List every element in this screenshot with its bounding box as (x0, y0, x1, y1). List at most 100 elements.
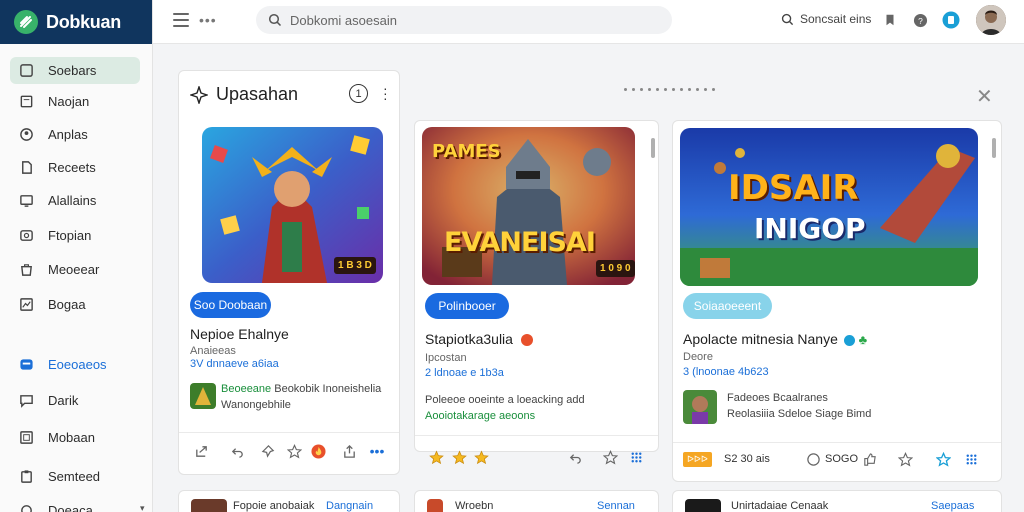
star-filled-icon[interactable] (473, 449, 489, 465)
sidebar-item-label: Alallains (48, 193, 97, 208)
chat-bubble-icon[interactable] (805, 451, 821, 467)
card-1-mini-thumbnail[interactable] (190, 383, 216, 409)
search-icon (781, 13, 794, 25)
card-3-title[interactable]: Apolacte mitnesia Nanye ♣ (683, 331, 867, 347)
info-icon[interactable]: 1 (349, 84, 368, 103)
card-2-desc-line1: Poleeoe ooeinte a loeacking add (425, 394, 585, 406)
card-2-meta: 2 ldnoae e 1b3a (425, 367, 504, 379)
grid-dots-icon[interactable] (628, 449, 644, 465)
topbar: ••• Soncsait eins ? (153, 0, 1024, 44)
reply-icon[interactable] (567, 449, 583, 465)
sidebar-item-label: Ftopian (48, 228, 92, 243)
sidebar-item-semteed[interactable]: Semteed (10, 463, 140, 490)
kebab-menu-icon[interactable]: · · · (383, 81, 388, 105)
card-1-meta: 3V dnnaeve a6iaa (190, 358, 279, 370)
sidebar-item-label: Bogaa (48, 297, 86, 312)
card-1-title[interactable]: Nepioe Ehalnye (190, 326, 289, 342)
user-icon (18, 127, 34, 143)
carousel-dots[interactable] (624, 88, 715, 91)
message-icon (18, 393, 34, 409)
search-input[interactable] (290, 12, 650, 28)
sidebar-item-anplas[interactable]: Anplas (10, 121, 140, 148)
fire-icon[interactable] (310, 443, 326, 459)
art-title-text: EVANEISAI (444, 227, 596, 258)
more-icon[interactable]: ••• (369, 443, 385, 459)
sidebar-item-label: Naojan (48, 94, 90, 109)
star-icon[interactable] (897, 451, 913, 467)
bookmark-icon[interactable] (881, 11, 899, 29)
sparkle-icon (190, 85, 208, 104)
card-2-divider (415, 435, 658, 436)
upload-icon[interactable] (341, 443, 357, 459)
thumbs-up-icon[interactable] (861, 451, 877, 467)
bottom-card-1-badge: Dangnain (326, 500, 374, 512)
card-1-desc-green: Beoeeane (221, 383, 272, 395)
sidebar-item-naojan[interactable]: Naojan (10, 88, 140, 115)
sidebar-item-doeaca[interactable]: Doeaca (10, 497, 140, 512)
card-2-desc-line2: Aooiotakarage aeoons (425, 410, 536, 422)
svg-text:?: ? (918, 15, 923, 25)
share-icon[interactable] (193, 443, 209, 459)
notification-icon[interactable] (942, 11, 960, 29)
reply-icon[interactable] (229, 443, 245, 459)
close-icon[interactable]: ✕ (976, 84, 993, 109)
card-2-title[interactable]: Stapiotka3ulia (425, 331, 533, 347)
sidebar-item-mobaan[interactable]: Mobaan (10, 424, 140, 451)
chevron-down-icon[interactable]: ▾ (140, 503, 145, 512)
game-thumbnail-3[interactable]: IDSAIR INIGOP (680, 128, 978, 286)
bottom-card-2[interactable]: Wroebn Sennan (414, 490, 659, 512)
document-icon (18, 160, 34, 176)
sidebar-item-label: Darik (48, 393, 79, 408)
card-3-title-text: Apolacte mitnesia Nanye (683, 331, 838, 347)
top-search-link[interactable]: Soncsait eins (781, 12, 871, 26)
sidebar-item-label: Soebars (48, 63, 97, 78)
sidebar-item-eoeoaeos[interactable]: Eoeoaeos (10, 351, 140, 378)
sidebar-item-meoeear[interactable]: Meoeear (10, 256, 140, 283)
pin-icon[interactable] (260, 443, 276, 459)
card-2-title-text: Stapiotka3ulia (425, 331, 513, 347)
card-2-description: Poleeoe ooeinte a loeacking add Aooiotak… (425, 392, 650, 424)
card-3-mini-thumbnail[interactable] (683, 390, 717, 424)
verified-icon (843, 334, 855, 346)
bottom-card-1-title: Fopoie anobaiak (233, 500, 315, 512)
scrollbar[interactable] (992, 138, 996, 158)
card-2-pill-button[interactable]: Polinbooer (425, 293, 509, 319)
sidebar-item-bogaa[interactable]: Bogaa (10, 291, 140, 318)
sidebar-item-receets[interactable]: Receets (10, 154, 140, 181)
bag-icon (18, 262, 34, 278)
sidebar-item-darik[interactable]: Darik (10, 387, 140, 414)
menu-icon[interactable] (173, 13, 189, 27)
clover-icon: ♣ (858, 332, 868, 347)
card-1-pill-button[interactable]: Soo Doobaan (190, 292, 271, 318)
card-3-pill-button[interactable]: Soiaaoeeent (683, 293, 772, 319)
sidebar-item-ftopian[interactable]: Ftopian (10, 222, 140, 249)
sidebar-item-soebars[interactable]: Soebars (10, 57, 140, 84)
art-badge-text: PAMES (432, 141, 501, 162)
star-blue-icon[interactable] (935, 451, 951, 467)
game-thumbnail-2[interactable]: PAMES EVANEISAI 1 0 9 0 (422, 127, 635, 285)
game-thumbnail-1[interactable]: 1 B 3 D (202, 127, 383, 283)
art-title-bottom: INIGOP (754, 212, 866, 245)
grid-icon (18, 63, 34, 79)
star-filled-icon[interactable] (428, 449, 444, 465)
sidebar: Dobkuan Soebars Naojan Anplas Receets Al… (0, 0, 153, 512)
help-icon[interactable]: ? (911, 11, 929, 29)
star-icon[interactable] (602, 449, 618, 465)
thumbnail-badge: 1 0 9 0 (596, 260, 635, 277)
sidebar-item-label: Semteed (48, 469, 101, 484)
avatar[interactable] (976, 5, 1006, 35)
star-filled-icon[interactable] (451, 449, 467, 465)
brand[interactable]: Dobkuan (0, 0, 152, 44)
bottom-card-3[interactable]: Unirtadaiae Cenaak Saepaas (672, 490, 1002, 512)
bottom-card-1[interactable]: Fopoie anobaiak Dangnain (178, 490, 400, 512)
star-icon[interactable] (286, 443, 302, 459)
sidebar-item-alallains[interactable]: Alallains (10, 187, 140, 214)
more-dots-icon[interactable]: ••• (199, 12, 217, 28)
grid-dots-icon[interactable] (963, 451, 979, 467)
bottom-card-2-badge: Sennan (597, 500, 635, 512)
search-bar[interactable] (256, 6, 672, 34)
card-1-description: Beoeeane Beokobik Inoneishelia Wanongebh… (221, 381, 396, 413)
scrollbar[interactable] (651, 138, 655, 158)
monitor-icon (18, 193, 34, 209)
panel-header: Upasahan (190, 84, 298, 105)
